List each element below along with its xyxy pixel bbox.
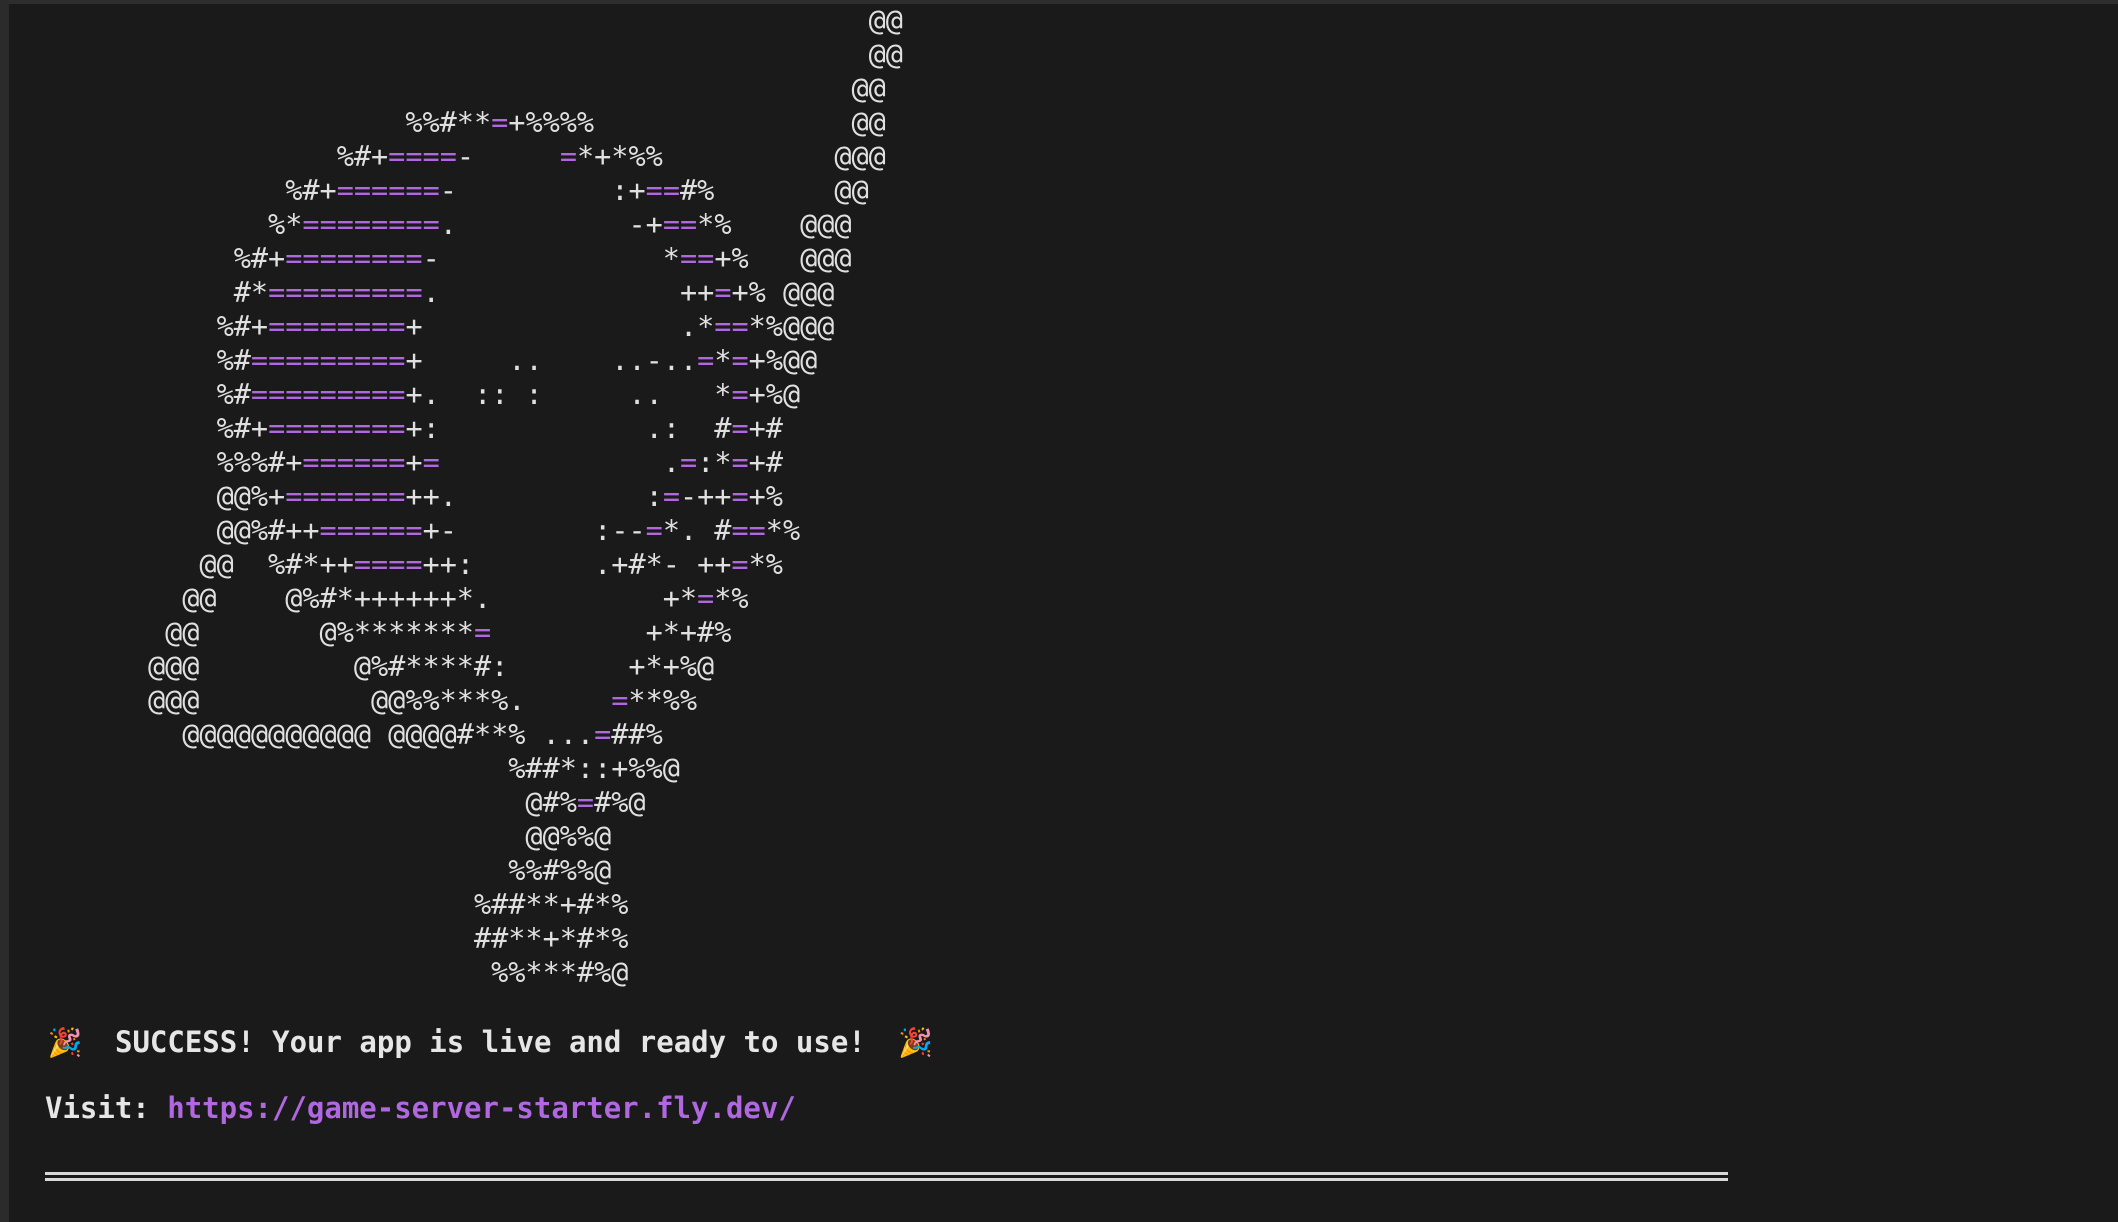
party-popper-icon: 🎉 bbox=[898, 1025, 934, 1059]
ascii-art-line: @@@ @@%%***%. =**%% bbox=[45, 684, 698, 717]
double-line-divider bbox=[45, 1172, 1728, 1181]
ascii-art-line: %%***#%@ bbox=[45, 956, 629, 989]
ascii-art-line: @@ bbox=[45, 38, 903, 71]
ascii-art-line: %##**+#*% bbox=[45, 888, 629, 921]
ascii-art-logo: @@ @@ @@ %%#**=+%%%% @@ %#+====- =*+*%% bbox=[45, 4, 2085, 990]
ascii-art-line: %%%#+======+= .=:*=+# bbox=[45, 446, 783, 479]
app-url-link[interactable]: https://game-server-starter.fly.dev/ bbox=[167, 1091, 796, 1125]
ascii-art-line: %#=========+. :: : .. *=+%@ bbox=[45, 378, 801, 411]
ascii-art-line: @@ bbox=[45, 4, 903, 37]
ascii-art-line: @@%%@ bbox=[45, 820, 612, 853]
ascii-art-line: @@@@@@@@@@@ @@@@#**% ...=##% bbox=[45, 718, 663, 751]
ascii-art-line: @@%+=======++. :=-++=+% bbox=[45, 480, 783, 513]
ascii-art-line: @@ @%#*++++++*. +*=*% bbox=[45, 582, 749, 615]
ascii-art-line: @#%=#%@ bbox=[45, 786, 646, 819]
ascii-art-line: @@ bbox=[45, 72, 886, 105]
ascii-art-line: @@%#++======+- :--=*. #==*% bbox=[45, 514, 801, 547]
visit-label: Visit: bbox=[45, 1091, 150, 1125]
ascii-art-line: %%#%%@ bbox=[45, 854, 612, 887]
ascii-art-line: ##**+*#*% bbox=[45, 922, 629, 955]
success-message: 🎉 SUCCESS! Your app is live and ready to… bbox=[45, 1020, 2085, 1064]
ascii-art-line: @@ @%*******= +*+#% bbox=[45, 616, 732, 649]
window-left-border bbox=[0, 0, 9, 1222]
ascii-art-line: %#+======- :+==#% @@ bbox=[45, 174, 869, 207]
ascii-art-line: %*========. -+==*% @@@ bbox=[45, 208, 852, 241]
ascii-art-line: %#+====- =*+*%% @@@ bbox=[45, 140, 886, 173]
ascii-art-line: @@@ @%#****#: +*+%@ bbox=[45, 650, 715, 683]
ascii-art-line: %##*::+%%@ bbox=[45, 752, 680, 785]
ascii-art-line: #*=========. ++=+% @@@ bbox=[45, 276, 835, 309]
ascii-art-line: %#+========+: .: #=+# bbox=[45, 412, 783, 445]
success-text: SUCCESS! Your app is live and ready to u… bbox=[115, 1025, 866, 1059]
ascii-art-line: %#+========- *==+% @@@ bbox=[45, 242, 852, 275]
ascii-art-line: @@ %#*++====++: .+#*- ++=*% bbox=[45, 548, 783, 581]
terminal-output: @@ @@ @@ %%#**=+%%%% @@ %#+====- =*+*%% bbox=[45, 4, 2085, 1130]
ascii-art-line: %%#**=+%%%% @@ bbox=[45, 106, 886, 139]
party-popper-icon: 🎉 bbox=[47, 1025, 83, 1059]
ascii-art-line: %#=========+ .. ..-..=*=+%@@ bbox=[45, 344, 818, 377]
ascii-art-line: %#+========+ .*==*%@@@ bbox=[45, 310, 835, 343]
visit-line: Visit: https://game-server-starter.fly.d… bbox=[45, 1086, 2085, 1130]
